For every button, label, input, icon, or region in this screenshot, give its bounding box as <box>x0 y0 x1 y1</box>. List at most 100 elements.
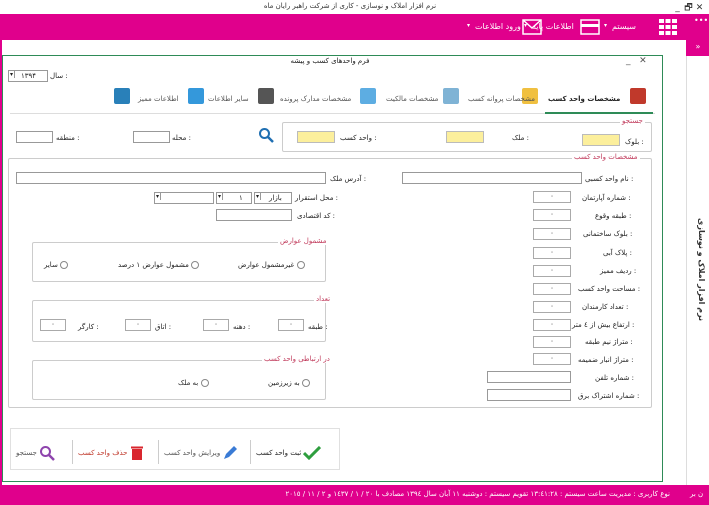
auditor-row-input[interactable]: ۰ <box>533 265 571 277</box>
unit-input[interactable] <box>297 131 335 143</box>
tab-license-details[interactable]: مشخصات پروانه کسب <box>468 95 535 103</box>
count-openings-input[interactable]: ۰ <box>203 319 229 331</box>
status-edge-text: ن بر <box>690 490 704 498</box>
auditor-icon <box>114 88 130 104</box>
option-label: به زیرزمین <box>268 379 300 387</box>
system-menu-label: سیستم <box>612 22 636 31</box>
unit-area-input[interactable]: ۰ <box>533 283 571 295</box>
field-label: بلوک ساختمانی : <box>583 230 633 238</box>
location-select[interactable]: بازار ▾ <box>254 192 292 204</box>
edit-button[interactable]: ویرایش واحد کسب <box>164 438 238 468</box>
year-select[interactable]: ۱۳۹۴ ▾ <box>8 70 48 82</box>
field-label: پلاک آبی : <box>603 249 632 257</box>
count-workers-label: کارگر : <box>78 323 99 331</box>
year-label: سال : <box>50 72 68 80</box>
side-panel-title: نرم افزار املاک و نوسازی <box>697 218 706 322</box>
grid-icon <box>658 18 678 36</box>
field-label: شماره اشتراک برق : <box>578 392 640 400</box>
radio-icon <box>296 260 305 269</box>
unit-details-legend: مشخصات واحد کسب <box>572 153 640 161</box>
chevron-down-icon: ▾ <box>156 193 162 200</box>
window-title: نرم افزار املاک و نوسازی - کاری از شرکت … <box>263 2 437 10</box>
status-text: نوع کاربری : مدیریت ساعت سیستم : ١٣:٤١:٢… <box>285 490 670 498</box>
region-input[interactable] <box>16 131 53 143</box>
count-workers-input[interactable]: ۰ <box>40 319 66 331</box>
duties-option-one-percent[interactable]: مشمول عوارض ۱ درصد <box>118 260 200 269</box>
address-label: آدرس ملک : <box>330 175 367 183</box>
relation-option-property[interactable]: به ملک <box>178 378 209 387</box>
duties-option-other[interactable]: سایر <box>44 260 69 269</box>
tab-other-info[interactable]: سایر اطلاعات <box>208 95 249 103</box>
height-input[interactable]: ۰ <box>533 319 571 331</box>
chevron-down-icon: ▾ <box>467 22 471 29</box>
property-input[interactable] <box>446 131 484 143</box>
form-close-button[interactable]: ✕ <box>639 56 647 66</box>
count-floor-input[interactable]: ۰ <box>278 319 304 331</box>
location-number-select[interactable]: ۱ ▾ <box>216 192 252 204</box>
field-label: متراژ انبار ضمیمه : <box>578 356 634 364</box>
radio-icon <box>60 260 69 269</box>
data-entry-menu[interactable]: ورود اطلاعات ▾ <box>466 18 542 38</box>
location-value: بازار <box>269 194 282 202</box>
unit-label: واحد کسب : <box>340 134 377 142</box>
menu-bar <box>0 14 709 40</box>
location-extra-select[interactable]: ▾ <box>154 192 214 204</box>
tab-unit-details[interactable]: مشخصات واحد کسب <box>548 95 620 103</box>
neighborhood-input[interactable] <box>133 131 170 143</box>
chevron-down-icon: ▾ <box>10 71 16 78</box>
unit-name-input[interactable] <box>402 172 582 184</box>
search-button[interactable]: جستجو <box>16 438 55 468</box>
building-block-input[interactable]: ۰ <box>533 228 571 240</box>
search-button-label: جستجو <box>16 449 37 457</box>
radio-icon <box>302 378 311 387</box>
electricity-subscription-input[interactable] <box>487 389 571 401</box>
option-label: غیرمشمول عوارض <box>238 261 295 269</box>
block-input[interactable] <box>582 134 620 146</box>
location-number: ۱ <box>239 194 243 202</box>
active-tab-indicator <box>545 112 653 114</box>
form-minimize-button[interactable]: _ <box>626 56 631 66</box>
form-controls: _ ✕ <box>626 56 647 66</box>
employees-input[interactable]: ۰ <box>533 301 571 313</box>
system-menu[interactable]: سیستم ▾ <box>604 18 682 38</box>
radio-icon <box>200 378 209 387</box>
duties-option-none[interactable]: غیرمشمول عوارض <box>238 260 305 269</box>
field-label: متراژ نیم طبقه : <box>585 338 633 346</box>
apartment-number-input[interactable]: ۰ <box>533 191 571 203</box>
relation-option-basement[interactable]: به زیرزمین <box>268 378 311 387</box>
delete-button[interactable]: حذف واحد کسب <box>78 438 144 468</box>
more-icon[interactable]: ••• <box>694 16 708 25</box>
notes-icon <box>188 88 204 104</box>
register-button-label: ثبت واحد کسب <box>256 449 302 457</box>
tab-auditor-info[interactable]: اطلاعات ممیز <box>138 95 179 103</box>
location-label: محل استقرار : <box>295 194 339 202</box>
count-floor-label: طبقه : <box>308 323 328 331</box>
field-label: تعداد کارمندان : <box>582 303 629 311</box>
separator <box>250 440 251 464</box>
floor-input[interactable]: ۰ <box>533 209 571 221</box>
mezzanine-area-input[interactable]: ۰ <box>533 336 571 348</box>
blue-plate-input[interactable]: ۰ <box>533 247 571 259</box>
separator <box>158 440 159 464</box>
register-button[interactable]: ثبت واحد کسب <box>256 438 322 468</box>
phone-input[interactable] <box>487 371 571 383</box>
storefront-icon <box>630 88 646 104</box>
economic-code-input[interactable] <box>216 209 292 221</box>
card-icon <box>580 19 600 35</box>
warehouse-area-input[interactable]: ۰ <box>533 353 571 365</box>
checkmark-icon <box>303 445 322 461</box>
minimize-button[interactable]: _ <box>672 3 683 13</box>
field-label: مساحت واحد کسب : <box>578 285 641 293</box>
trash-icon <box>130 446 143 460</box>
document-icon <box>443 88 459 104</box>
neighborhood-label: محله : <box>172 134 191 142</box>
chevron-down-icon: ▾ <box>604 22 608 29</box>
address-input[interactable] <box>16 172 326 184</box>
search-icon[interactable] <box>258 127 274 143</box>
tab-documents-details[interactable]: مشخصات مدارک پرونده <box>280 95 351 103</box>
close-button[interactable]: ✕ <box>694 3 705 13</box>
count-rooms-input[interactable]: ۰ <box>125 319 151 331</box>
collapse-icon[interactable]: » <box>688 42 708 54</box>
field-label: شماره تلفن : <box>595 374 635 382</box>
tab-ownership-details[interactable]: مشخصات مالکیت <box>386 95 438 103</box>
